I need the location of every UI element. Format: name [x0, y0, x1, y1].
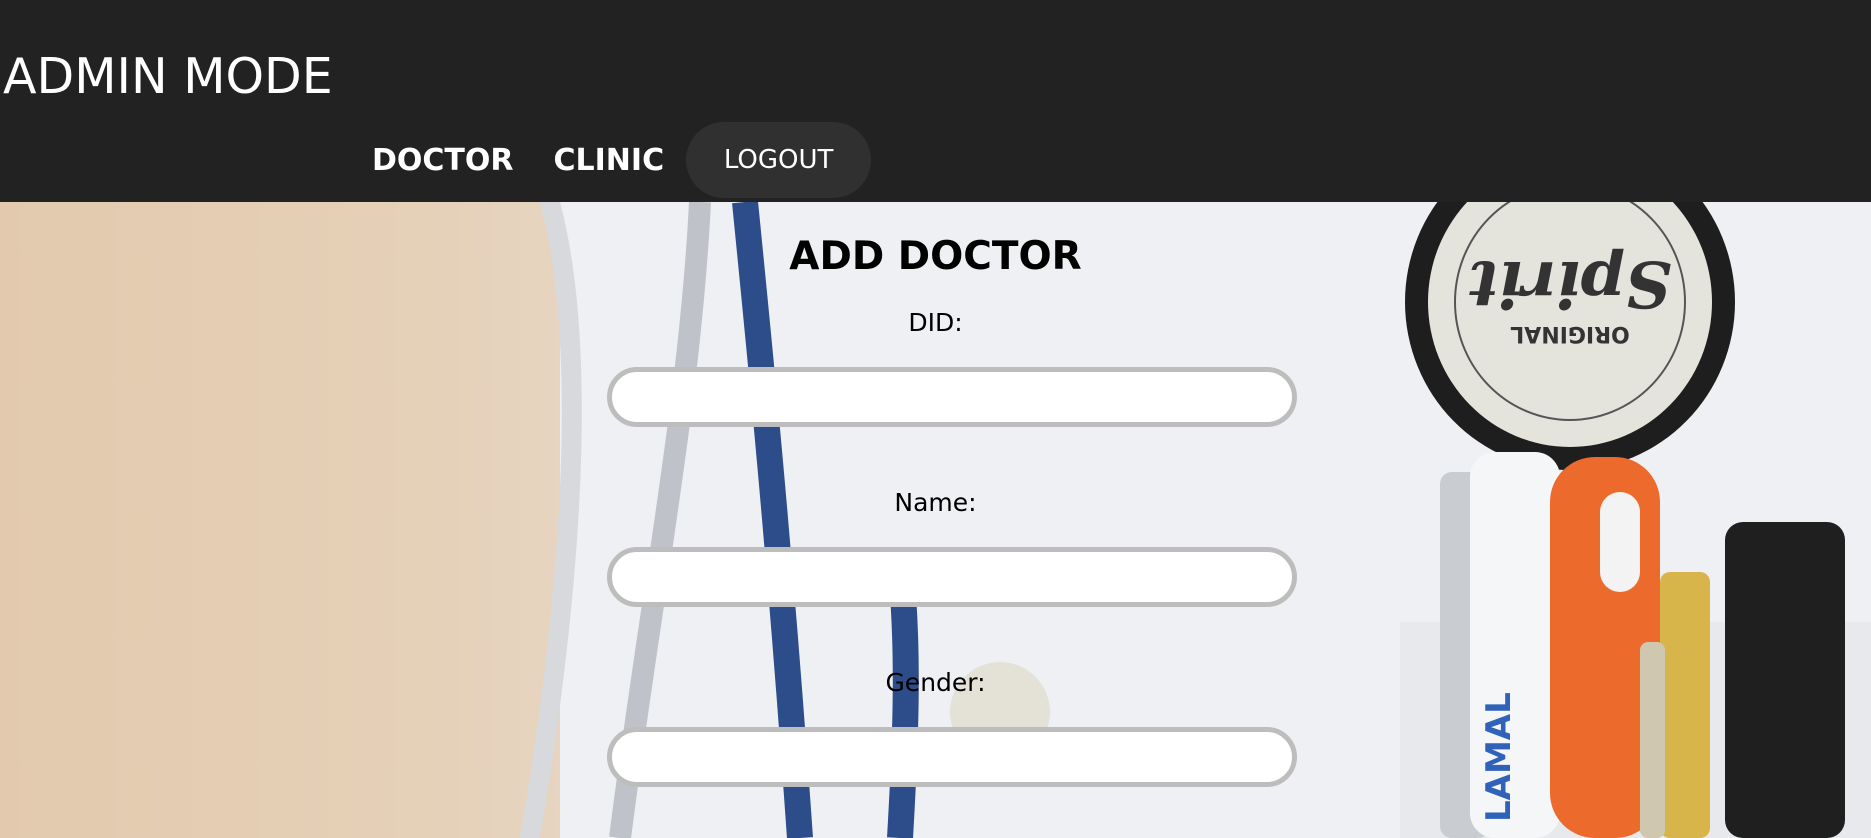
- name-label: Name:: [894, 488, 977, 517]
- brand-title: ADMIN MODE: [3, 48, 333, 105]
- did-label: DID:: [908, 308, 963, 337]
- did-input[interactable]: [607, 367, 1297, 427]
- form-title: ADD DOCTOR: [789, 234, 1082, 279]
- nav-doctor-link[interactable]: DOCTOR: [372, 143, 514, 178]
- main-nav: DOCTOR CLINIC LOGOUT: [372, 122, 872, 198]
- nav-clinic-link[interactable]: CLINIC: [554, 143, 665, 178]
- gender-label: Gender:: [885, 668, 986, 697]
- gender-input[interactable]: [607, 727, 1297, 787]
- page: ORIGINAL Spirit LAMAL ADMIN MODE DOCTOR …: [0, 0, 1871, 838]
- top-header: ADMIN MODE DOCTOR CLINIC LOGOUT: [0, 0, 1871, 202]
- name-input[interactable]: [607, 547, 1297, 607]
- logout-button[interactable]: LOGOUT: [686, 122, 872, 198]
- add-doctor-form: ADD DOCTOR DID: Name: Gender:: [0, 202, 1871, 838]
